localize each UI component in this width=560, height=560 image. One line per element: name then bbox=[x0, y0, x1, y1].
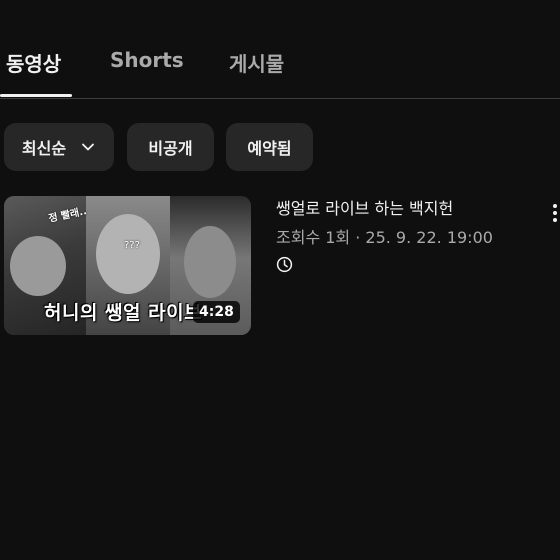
thumbnail-caption: 허니의 쌩얼 라이브 bbox=[44, 302, 203, 324]
scheduled-filter-chip[interactable]: 예약됨 bbox=[226, 123, 313, 171]
active-tab-indicator bbox=[0, 94, 72, 97]
tab-posts[interactable]: 게시물 bbox=[229, 48, 284, 77]
video-meta: 조회수 1회 · 25. 9. 22. 19:00 bbox=[276, 228, 493, 247]
channel-tabs: 동영상 Shorts 게시물 bbox=[0, 0, 560, 99]
sort-dropdown-chip[interactable]: 최신순 bbox=[4, 123, 114, 171]
scheduled-label: 예약됨 bbox=[247, 139, 292, 158]
thumbnail-sticker: ??? bbox=[124, 240, 140, 251]
video-thumbnail[interactable]: 정 빨래.. ??? 허니의 쌩얼 라이브 4:28 bbox=[4, 196, 251, 335]
chevron-down-icon bbox=[82, 143, 94, 151]
private-label: 비공개 bbox=[148, 139, 193, 158]
private-filter-chip[interactable]: 비공개 bbox=[127, 123, 214, 171]
tab-shorts[interactable]: Shorts bbox=[110, 48, 184, 72]
duration-badge: 4:28 bbox=[193, 301, 240, 323]
tab-videos[interactable]: 동영상 bbox=[6, 48, 61, 77]
more-vert-icon[interactable] bbox=[548, 202, 560, 224]
clock-icon bbox=[276, 256, 293, 273]
video-title[interactable]: 쌩얼로 라이브 하는 백지헌 bbox=[276, 195, 453, 219]
sort-label: 최신순 bbox=[21, 139, 67, 158]
